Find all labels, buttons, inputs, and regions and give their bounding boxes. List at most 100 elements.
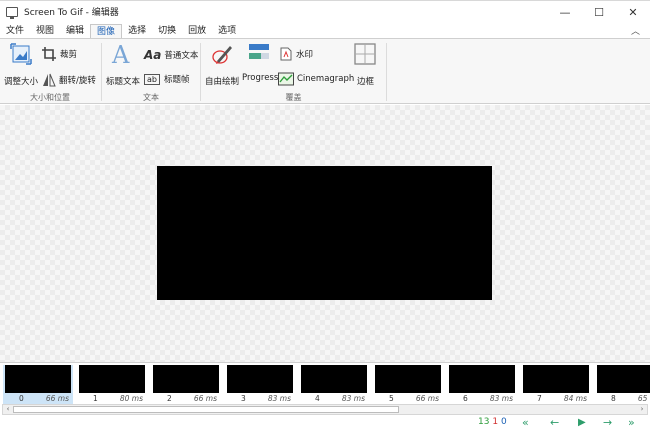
cinemagraph-label: Cinemagraph [297,74,355,84]
tab-transitions[interactable]: 切换 [152,24,182,38]
title-text-icon: A [112,41,130,69]
frame-item[interactable]: 8 65 ms [595,365,650,404]
border-icon [354,43,376,65]
flip-icon [43,73,56,87]
minimize-button[interactable]: — [548,1,582,23]
progress-icon [249,44,269,59]
overlay-group-label: 覆盖 [285,93,302,102]
cinemagraph-icon [278,72,294,86]
previous-frame-icon[interactable]: ← [550,416,559,430]
crop-label: 裁剪 [60,50,78,60]
frame-thumbnail [79,365,145,393]
frame-number: 3 [241,394,246,403]
resize-label: 调整大小 [4,77,39,87]
title-text-label: 标题文本 [106,77,141,87]
frame-counts: 13 1 0 [478,417,507,427]
plain-text-button[interactable]: Aa 普通文本 [144,48,198,62]
size-group-label: 大小和位置 [30,93,70,102]
cinemagraph-button[interactable]: Cinemagraph [278,71,354,87]
frame-thumbnail [5,365,71,393]
ribbon-separator [386,43,387,101]
frame-item[interactable]: 2 66 ms [151,365,221,404]
pen-icon [212,46,232,64]
frame-delay: 83 ms [489,394,513,403]
frame-list: 0 66 ms 1 80 ms 2 66 ms 3 83 ms 4 83 ms … [0,362,650,404]
frame-item[interactable]: 4 83 ms [299,365,369,404]
frame-thumbnail [375,365,441,393]
frame-number: 7 [537,394,542,403]
horizontal-scrollbar[interactable]: ‹ › [2,404,648,415]
tab-playback[interactable]: 回放 [182,24,212,38]
frame-item[interactable]: 5 66 ms [373,365,443,404]
frame-item[interactable]: 0 66 ms [3,365,73,404]
next-frame-icon[interactable]: → [603,416,612,430]
frame-item[interactable]: 3 83 ms [225,365,295,404]
free-drawing-label: 自由绘制 [205,77,240,87]
frame-number: 1 [93,394,98,403]
resize-button[interactable]: 调整大小 [4,75,38,87]
title-bar: Screen To Gif - 编辑器 — ☐ ✕ [0,0,650,22]
total-frames-count: 13 [478,417,490,427]
frame-number: 6 [463,394,468,403]
scroll-left-icon[interactable]: ‹ [3,405,13,414]
frame-thumbnail [227,365,293,393]
tab-file[interactable]: 文件 [0,24,30,38]
window-title: Screen To Gif - 编辑器 [24,8,119,18]
ribbon: 调整大小 裁剪 翻转/旋转 大小和位置 A 标题文本 Aa 普通文本 ab 标题… [0,38,650,104]
frame-delay: 65 ms [637,394,650,403]
progress-button[interactable]: Progress [242,73,278,83]
frame-thumbnail [523,365,589,393]
frame-number: 5 [389,394,394,403]
maximize-button[interactable]: ☐ [582,1,616,23]
watermark-label: 水印 [296,50,314,60]
frame-item[interactable]: 7 84 ms [521,365,591,404]
frame-number: 4 [315,394,320,403]
frame-item[interactable]: 6 83 ms [447,365,517,404]
tab-view[interactable]: 视图 [30,24,60,38]
plain-text-icon: Aa [144,48,162,62]
text-group: A 标题文本 Aa 普通文本 ab 标题帧 文本 [102,39,200,105]
last-frame-icon[interactable]: » [628,416,635,430]
plain-text-label: 普通文本 [164,51,199,61]
collapse-ribbon-icon[interactable]: ︿ [631,24,640,37]
frame-item[interactable]: 1 80 ms [77,365,147,404]
crop-icon [42,47,56,61]
current-frame-index: 0 [500,417,507,427]
title-frame-button[interactable]: ab 标题帧 [144,73,190,85]
frame-thumbnail [153,365,219,393]
watermark-button[interactable]: 水印 [279,47,313,61]
title-frame-label: 标题帧 [163,75,190,85]
scroll-right-icon[interactable]: › [637,405,647,414]
frame-number: 0 [19,394,24,403]
tab-options[interactable]: 选项 [212,24,242,38]
frame-delay: 83 ms [267,394,291,403]
tab-edit[interactable]: 编辑 [60,24,90,38]
title-frame-icon: ab [144,73,160,85]
first-frame-icon[interactable]: « [522,416,529,430]
close-button[interactable]: ✕ [616,1,650,23]
frame-delay: 66 ms [45,394,69,403]
watermark-icon [280,47,292,61]
text-group-label: 文本 [143,93,159,102]
frame-delay: 80 ms [119,394,143,403]
selected-frames-count: 1 [492,417,499,427]
scroll-thumb[interactable] [13,406,399,413]
tab-image[interactable]: 图像 [90,24,123,38]
free-drawing-button[interactable]: 自由绘制 [205,75,239,87]
frame-thumbnail [597,365,650,393]
title-text-button[interactable]: 标题文本 [106,75,140,87]
frame-delay: 66 ms [193,394,217,403]
resize-icon [10,43,32,65]
progress-label: Progress [242,73,279,83]
crop-button[interactable]: 裁剪 [42,47,77,61]
frame-number: 2 [167,394,172,403]
overlay-group: 自由绘制 Progress 水印 Cinemagraph 边框 覆盖 [201,39,386,105]
border-button[interactable]: 边框 [357,75,374,87]
frame-delay: 84 ms [563,394,587,403]
tab-select[interactable]: 选择 [122,24,152,38]
frame-delay: 83 ms [341,394,365,403]
flip-rotate-label: 翻转/旋转 [59,76,96,86]
play-icon[interactable]: ▶ [578,416,586,430]
flip-rotate-button[interactable]: 翻转/旋转 [42,73,96,87]
frame-thumbnail [301,365,367,393]
